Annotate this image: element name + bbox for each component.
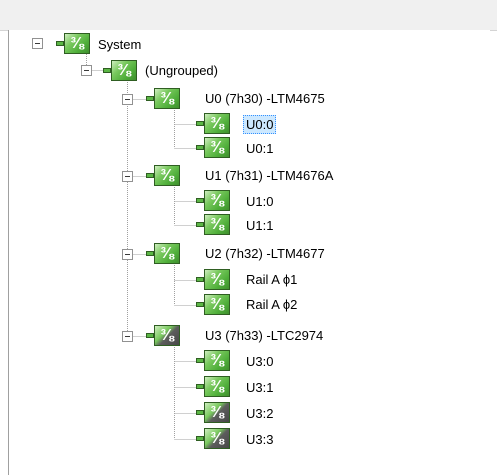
- power-supply-icon: ⅜: [196, 269, 230, 291]
- collapse-toggle[interactable]: [122, 94, 133, 105]
- power-supply-disabled-icon: ⅜: [196, 402, 230, 424]
- power-supply-icon: ⅜: [196, 376, 230, 398]
- collapse-toggle[interactable]: [122, 331, 133, 342]
- tree-node-label: Rail A ϕ1: [246, 272, 298, 287]
- power-supply-icon: ⅜: [196, 350, 230, 372]
- tree-node-label: U0:1: [246, 141, 274, 156]
- power-supply-icon: ⅜: [196, 113, 230, 135]
- tree-node-label: U3:0: [246, 354, 274, 369]
- tree-node-label: U1:1: [246, 218, 274, 233]
- tree-node-label: System: [98, 37, 142, 52]
- power-supply-icon: ⅜: [146, 165, 180, 187]
- power-supply-icon: ⅜: [196, 137, 230, 159]
- tree-node-label: Rail A ϕ2: [246, 297, 298, 312]
- power-supply-disabled-icon: ⅜: [146, 325, 180, 347]
- tree-node-label: U2 (7h32) -LTM4677: [205, 246, 325, 261]
- power-supply-icon: ⅜: [146, 88, 180, 110]
- power-supply-icon: ⅜: [196, 294, 230, 316]
- tree-node-label: U3 (7h33) -LTC2974: [205, 328, 324, 343]
- tree-node-label: U1:0: [246, 194, 274, 209]
- collapse-toggle[interactable]: [32, 38, 43, 49]
- collapse-toggle[interactable]: [122, 249, 133, 260]
- power-supply-icon: ⅜: [196, 214, 230, 236]
- tree-node-label: U3:1: [246, 380, 274, 395]
- power-supply-icon: ⅜: [196, 190, 230, 212]
- power-supply-icon: ⅜: [56, 33, 90, 55]
- tree-node-label: U1 (7h31) -LTM4676A: [205, 168, 334, 183]
- toolbar-strip: [0, 0, 497, 31]
- tree-node-label: U0 (7h30) -LTM4675: [205, 91, 325, 106]
- power-supply-disabled-icon: ⅜: [196, 428, 230, 450]
- collapse-toggle[interactable]: [122, 171, 133, 182]
- tree-node-label: U3:3: [246, 432, 274, 447]
- collapse-toggle[interactable]: [81, 65, 92, 76]
- tree-node-label: U0:0: [243, 115, 277, 134]
- power-supply-icon: ⅜: [103, 60, 137, 82]
- power-supply-icon: ⅜: [146, 243, 180, 265]
- tree-node-label: U3:2: [246, 406, 274, 421]
- tree-node-label: (Ungrouped): [145, 63, 218, 78]
